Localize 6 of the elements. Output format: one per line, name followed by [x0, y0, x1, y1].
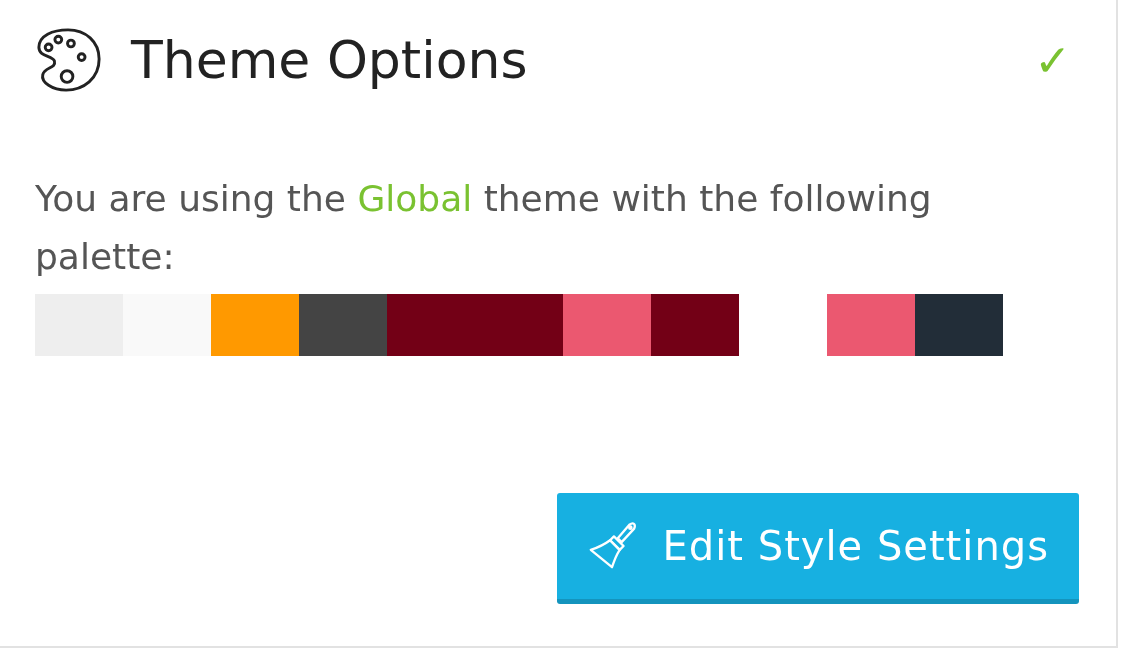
- edit-style-settings-button[interactable]: Edit Style Settings: [556, 493, 1079, 604]
- check-mark: ✓: [1034, 34, 1071, 86]
- theme-message: You are using the Global theme with the following palette:: [35, 177, 933, 279]
- palette-icon: [35, 26, 103, 94]
- panel-title: Theme Options: [131, 30, 529, 90]
- theme-link[interactable]: Global: [357, 178, 473, 219]
